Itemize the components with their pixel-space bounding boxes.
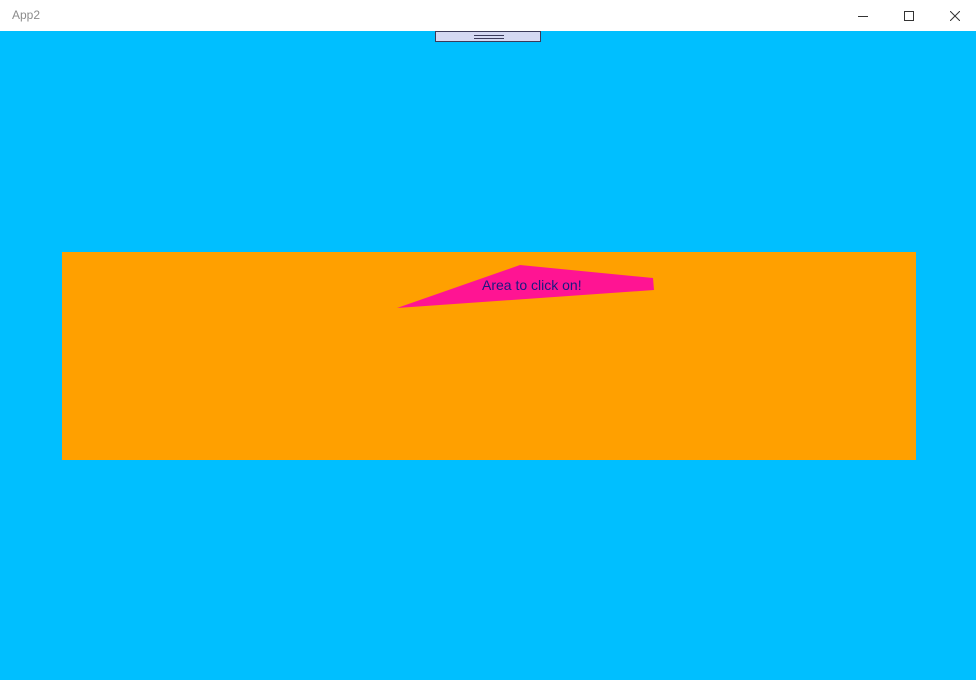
title-bar[interactable]: App2 xyxy=(0,0,976,31)
window-title: App2 xyxy=(12,8,41,22)
grip-line xyxy=(474,38,504,39)
minimize-icon xyxy=(858,15,868,17)
click-panel: Area to click on! xyxy=(62,252,916,460)
minimize-button[interactable] xyxy=(840,0,886,31)
grip-line xyxy=(474,35,504,36)
maximize-button[interactable] xyxy=(886,0,932,31)
app-window: App2 Area to click on! xyxy=(0,0,976,680)
maximize-icon xyxy=(904,10,914,21)
drag-handle[interactable] xyxy=(435,31,541,42)
click-area-label: Area to click on! xyxy=(482,277,582,293)
client-area: Area to click on! xyxy=(0,31,976,680)
close-icon xyxy=(950,10,960,21)
close-button[interactable] xyxy=(932,0,976,31)
